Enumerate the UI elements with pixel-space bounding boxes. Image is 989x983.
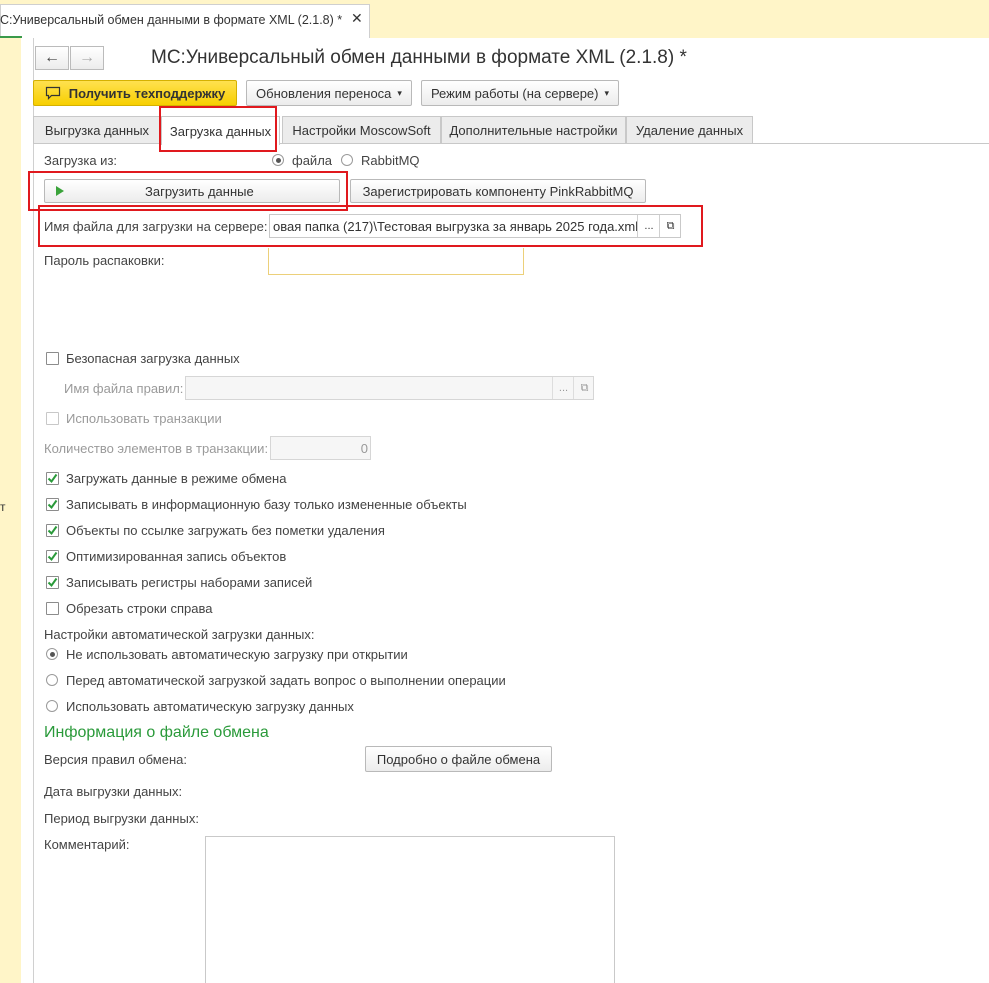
exchange-file-details-button[interactable]: Подробно о файле обмена [365,746,552,772]
safe-load-label[interactable]: Безопасная загрузка данных [66,351,240,366]
auto-radio-label[interactable]: Не использовать автоматическую загрузку … [66,647,408,662]
safe-load-checkbox[interactable] [46,352,59,365]
option-checkbox[interactable] [46,550,59,563]
document-tab-title[interactable]: С:Универсальный обмен данными в формате … [0,13,342,27]
export-period-label: Период выгрузки данных: [44,811,199,826]
comment-field[interactable] [205,836,615,983]
chevron-down-icon: ▾ [397,87,402,98]
tab-delete-label: Удаление данных [635,122,744,138]
back-button[interactable]: ← [35,46,69,70]
auto-radio-label[interactable]: Использовать автоматическую загрузку дан… [66,699,354,714]
check-icon [47,551,58,562]
tx-count-label: Количество элементов в транзакции: [44,441,269,456]
exchange-file-info-heading: Информация о файле обмена [44,724,269,741]
tx-count-value[interactable]: 0 [350,441,368,456]
option-label[interactable]: Обрезать строки справа [66,601,212,616]
export-date-label: Дата выгрузки данных: [44,784,183,799]
rules-version-label: Версия правил обмена: [44,752,187,767]
side-panel-text: т [0,500,6,514]
auto-radio-label[interactable]: Перед автоматической загрузкой задать во… [66,673,506,688]
auto-radio[interactable] [46,700,58,712]
speech-bubble-icon [45,86,60,100]
close-icon[interactable]: ✕ [351,10,363,27]
check-icon [47,473,58,484]
rules-file-label: Имя файла правил: [64,381,184,396]
transfer-updates-dropdown[interactable]: Обновления переноса ▾ [246,80,412,106]
check-icon [47,577,58,588]
forward-button[interactable]: → [70,46,104,70]
check-icon [47,499,58,510]
use-transactions-label[interactable]: Использовать транзакции [66,411,222,426]
check-icon [47,525,58,536]
option-checkbox[interactable] [46,472,59,485]
chevron-down-icon: ▾ [604,87,610,98]
rules-file-field[interactable] [185,376,594,400]
highlight-box-file [38,205,703,247]
tab-additional-label: Дополнительные настройки [449,122,618,138]
get-support-button[interactable]: Получить техподдержку [33,80,237,106]
highlight-box-tab [159,106,277,152]
load-from-label: Загрузка из: [44,153,118,168]
register-component-label: Зарегистрировать компоненту PinkRabbitMQ [362,183,634,199]
work-mode-dropdown[interactable]: Режим работы (на сервере) ▾ [421,80,619,106]
auto-radio[interactable] [46,648,58,660]
option-checkbox[interactable] [46,576,59,589]
arrow-right-icon: → [79,49,95,66]
tab-moscowsoft-label: Настройки MoscowSoft [292,122,431,138]
tab-moscowsoft-settings[interactable]: Настройки MoscowSoft [282,116,441,144]
register-component-button[interactable]: Зарегистрировать компоненту PinkRabbitMQ [350,179,646,203]
radio-file[interactable] [272,154,284,166]
auto-radio[interactable] [46,674,58,686]
transfer-updates-label: Обновления переноса [256,85,392,101]
radio-rabbitmq-label[interactable]: RabbitMQ [361,153,420,168]
radio-file-label[interactable]: файла [292,153,332,168]
work-mode-label: Режим работы (на сервере) [430,85,599,101]
password-field[interactable] [268,248,524,275]
tab-export-label: Выгрузка данных [44,122,150,138]
option-checkbox[interactable] [46,524,59,537]
tab-delete-data[interactable]: Удаление данных [626,116,753,144]
password-label: Пароль распаковки: [44,253,165,268]
choose-rules-button[interactable]: ... [552,377,574,399]
get-support-label: Получить техподдержку [68,85,226,101]
comment-label: Комментарий: [44,837,130,852]
option-label[interactable]: Записывать в информационную базу только … [66,497,467,512]
auto-load-title: Настройки автоматической загрузки данных… [44,627,315,642]
ellipsis-icon: ... [558,382,569,394]
option-label[interactable]: Загружать данные в режиме обмена [66,471,286,486]
open-rules-button[interactable]: ⧉ [573,377,595,399]
option-label[interactable]: Оптимизированная запись объектов [66,549,286,564]
tab-additional-settings[interactable]: Дополнительные настройки [441,116,626,144]
option-checkbox[interactable] [46,602,59,615]
option-label[interactable]: Записывать регистры наборами записей [66,575,312,590]
arrow-left-icon: ← [44,49,60,66]
option-checkbox[interactable] [46,498,59,511]
open-window-icon: ⧉ [580,381,589,394]
exchange-file-details-label: Подробно о файле обмена [376,751,541,767]
form-title: МС:Универсальный обмен данными в формате… [151,47,687,68]
radio-rabbitmq[interactable] [341,154,353,166]
tab-export[interactable]: Выгрузка данных [33,116,161,144]
use-transactions-checkbox[interactable] [46,412,59,425]
option-label[interactable]: Объекты по ссылке загружать без пометки … [66,523,385,538]
